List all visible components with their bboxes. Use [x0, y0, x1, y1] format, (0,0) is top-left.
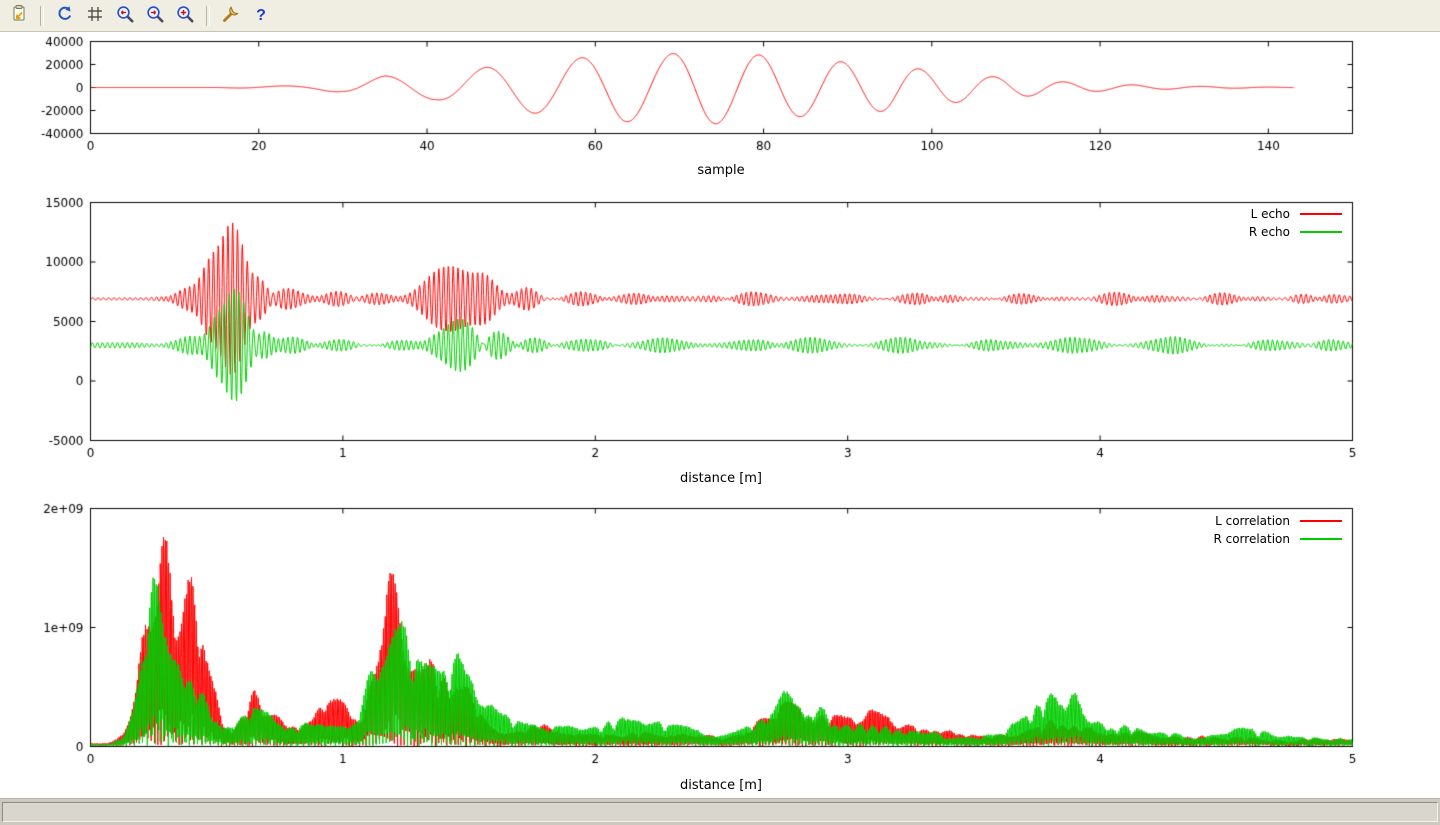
legend-line-sample: [1300, 213, 1342, 215]
help-button[interactable]: ?: [248, 4, 274, 28]
toolbar-separator: [40, 6, 44, 26]
autoscale-button[interactable]: [172, 4, 198, 28]
legend-line-sample: [1300, 231, 1342, 233]
legend-line-sample: [1300, 520, 1342, 522]
replot-button[interactable]: [52, 4, 78, 28]
configure-button[interactable]: [218, 4, 244, 28]
zoom-previous-button[interactable]: [112, 4, 138, 28]
status-bar: [0, 798, 1440, 825]
legend-entry: R correlation: [1213, 530, 1342, 548]
replot-icon: [55, 4, 75, 27]
autoscale-icon: [175, 4, 195, 27]
xlabel-distance-echo: distance [m]: [90, 471, 1352, 489]
toggle-grid-button[interactable]: [82, 4, 108, 28]
legend-entry: L correlation: [1213, 512, 1342, 530]
help-icon: ?: [256, 8, 266, 24]
pulse-plot-canvas[interactable]: [0, 33, 1440, 155]
echo-plot-canvas[interactable]: [0, 195, 1440, 460]
legend-entry: L echo: [1249, 205, 1342, 223]
wrench-icon: [221, 4, 241, 27]
toolbar: ?: [0, 0, 1440, 32]
legend-label: R echo: [1249, 225, 1290, 239]
correlation-legend: L correlation R correlation: [1213, 512, 1342, 548]
legend-line-sample: [1300, 538, 1342, 540]
legend-label: R correlation: [1213, 532, 1290, 546]
legend-entry: R echo: [1249, 223, 1342, 241]
zoom-next-icon: [145, 4, 165, 27]
grid-icon: [85, 4, 105, 27]
xlabel-sample: sample: [90, 163, 1352, 181]
zoom-next-button[interactable]: [142, 4, 168, 28]
xlabel-distance-correlation: distance [m]: [90, 778, 1352, 796]
toolbar-separator: [206, 6, 210, 26]
zoom-previous-icon: [115, 4, 135, 27]
gnuplot-window: ? sample L echo R echo distance [m] L co…: [0, 0, 1440, 825]
status-field: [2, 802, 1438, 822]
echo-legend: L echo R echo: [1249, 205, 1342, 241]
legend-label: L correlation: [1215, 514, 1290, 528]
plot-area: sample L echo R echo distance [m] L corr…: [0, 33, 1440, 798]
legend-label: L echo: [1251, 207, 1290, 221]
clipboard-icon: [9, 4, 29, 27]
copy-to-clipboard-button[interactable]: [6, 4, 32, 28]
